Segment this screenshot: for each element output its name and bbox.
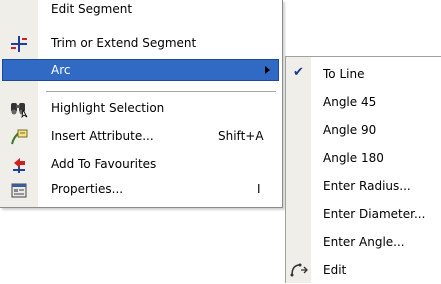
submenu-item-enter-angle[interactable]: Enter Angle... [286, 228, 441, 256]
menu-separator [46, 91, 276, 92]
shortcut-label: Shift+A [218, 129, 264, 143]
properties-icon [10, 181, 28, 199]
menu-item-label: Arc [51, 63, 71, 77]
submenu-item-enter-diameter[interactable]: Enter Diameter... [286, 200, 441, 228]
menu-item-properties[interactable]: Properties... I [0, 177, 282, 201]
menu-item-trim-extend-segment[interactable]: Trim or Extend Segment [0, 31, 282, 55]
context-menu: Edit Segment Trim or Extend Segment Arc [0, 0, 283, 208]
submenu-item-label: Edit [323, 263, 347, 277]
insert-attribute-icon [10, 128, 28, 146]
menu-item-add-to-favourites[interactable]: Add To Favourites [0, 152, 282, 176]
menu-item-arc[interactable]: Arc [2, 59, 279, 81]
arc-submenu: ✔ To Line Angle 45 Angle 90 Angle 180 En… [285, 56, 441, 283]
submenu-item-label: Angle 180 [323, 151, 384, 165]
menu-item-label: Edit Segment [51, 2, 133, 16]
submenu-arrow-icon [265, 66, 270, 74]
shortcut-label: I [257, 182, 261, 196]
checkmark-icon: ✔ [293, 65, 304, 80]
binoculars-icon [10, 100, 28, 119]
menu-item-highlight-selection[interactable]: Highlight Selection [0, 96, 282, 120]
submenu-item-label: Angle 90 [323, 123, 377, 137]
favourites-icon [10, 156, 28, 174]
submenu-item-angle-180[interactable]: Angle 180 [286, 144, 441, 172]
menu-item-label: Add To Favourites [51, 157, 157, 171]
edit-arc-icon [290, 262, 308, 278]
submenu-item-angle-45[interactable]: Angle 45 [286, 88, 441, 116]
menu-item-label: Properties... [51, 182, 124, 196]
submenu-item-label: Enter Angle... [323, 235, 405, 249]
menu-item-label: Insert Attribute... [51, 129, 154, 143]
submenu-item-angle-90[interactable]: Angle 90 [286, 116, 441, 144]
submenu-item-edit[interactable]: Edit [286, 256, 441, 284]
submenu-item-label: Enter Diameter... [323, 207, 426, 221]
menu-item-label: Trim or Extend Segment [51, 36, 197, 50]
trim-extend-icon [10, 35, 28, 53]
menu-item-insert-attribute[interactable]: Insert Attribute... Shift+A [0, 124, 282, 148]
menu-item-label: Highlight Selection [51, 101, 165, 115]
submenu-item-to-line[interactable]: ✔ To Line [286, 60, 441, 88]
submenu-item-label: Enter Radius... [323, 179, 411, 193]
menu-item-edit-segment[interactable]: Edit Segment [0, 1, 282, 25]
submenu-item-enter-radius[interactable]: Enter Radius... [286, 172, 441, 200]
submenu-item-label: To Line [323, 67, 365, 81]
submenu-item-label: Angle 45 [323, 95, 377, 109]
